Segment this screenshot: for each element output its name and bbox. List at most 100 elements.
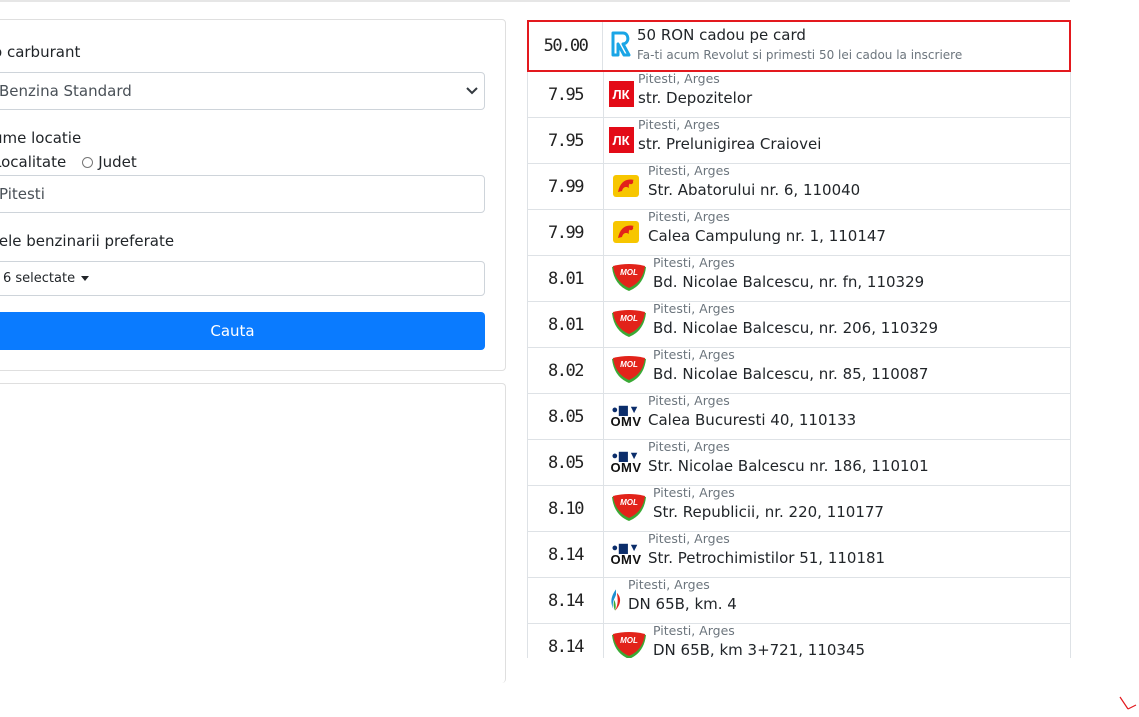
omv-icon: ●▆▼ OMV: [610, 404, 642, 429]
station-address: Bd. Nicolae Balcescu, nr. fn, 110329: [653, 273, 925, 291]
station-info: ●▆▼ OMV Pitesti, Arges Calea Bucuresti 40, …: [604, 393, 1070, 439]
station-info: MOL Pitesti, Arges Bd. Nicolae Balcescu, n…: [604, 301, 1070, 347]
top-divider: [0, 0, 1070, 2]
revolut-icon: [607, 29, 635, 59]
station-price: 8.05: [528, 440, 604, 485]
station-city: Pitesti, Arges: [638, 71, 720, 86]
station-city: Pitesti, Arges: [653, 347, 735, 362]
station-info: Pitesti, Arges Calea Campulung nr. 1, 110…: [604, 209, 1070, 255]
station-row[interactable]: 8.14 MOL Pitesti, Arges DN 65B, km 3+721, 1…: [527, 623, 1071, 658]
station-price: 8.14: [528, 532, 604, 577]
station-price: 8.14: [528, 578, 604, 623]
station-info: ЛК Pitesti, Arges str. Depozitelor: [604, 71, 1070, 117]
station-city: Pitesti, Arges: [648, 531, 730, 546]
station-address: DN 65B, km 3+721, 110345: [653, 641, 866, 658]
station-price: 7.99: [528, 164, 604, 209]
mol-icon: MOL: [611, 494, 646, 521]
station-address: str. Depozitelor: [638, 89, 753, 107]
mol-icon: MOL: [611, 356, 646, 383]
preferred-stations-label: tele benzinarii preferate: [0, 232, 175, 250]
search-button[interactable]: Cauta: [0, 312, 485, 350]
station-address: Str. Nicolae Balcescu nr. 186, 110101: [648, 457, 929, 475]
radio-county[interactable]: [82, 156, 94, 168]
station-row[interactable]: 8.05 ●▆▼ OMV Pitesti, Arges Calea Bucuresti …: [527, 393, 1071, 440]
brands-dropdown-value: 6 selectate: [3, 271, 76, 286]
station-row[interactable]: 8.02 MOL Pitesti, Arges Bd. Nicolae Balcesc…: [527, 347, 1071, 394]
station-price: 8.01: [528, 256, 604, 301]
station-row[interactable]: 7.99 Pitesti, Arges Str. Abatorului nr. 6,…: [527, 163, 1071, 210]
station-address: Str. Abatorului nr. 6, 110040: [648, 181, 861, 199]
station-info: MOL Pitesti, Arges Bd. Nicolae Balcescu, n…: [604, 255, 1070, 301]
station-address: Calea Bucuresti 40, 110133: [648, 411, 857, 429]
station-city: Pitesti, Arges: [628, 577, 710, 592]
lukoil-icon: ЛК: [608, 127, 634, 153]
radio-county-label[interactable]: Judet: [98, 153, 137, 171]
station-city: Pitesti, Arges: [653, 623, 735, 638]
promo-info: 50 RON cadou pe card Fa-ti acum Revolut …: [603, 22, 1069, 70]
station-city: Pitesti, Arges: [653, 301, 735, 316]
station-price: 7.99: [528, 210, 604, 255]
pen-cursor-icon: [1119, 696, 1137, 710]
station-row[interactable]: 7.95 ЛК Pitesti, Arges str. Prelunigirea Cr…: [527, 117, 1071, 164]
promo-title: 50 RON cadou pe card: [637, 26, 806, 44]
radio-locality-label[interactable]: Localitate: [0, 153, 66, 171]
svg-text:MOL: MOL: [620, 268, 638, 277]
socar-icon: [611, 589, 621, 611]
svg-text:MOL: MOL: [620, 360, 638, 369]
station-city: Pitesti, Arges: [653, 485, 735, 500]
fuel-type-select[interactable]: Benzina Standard: [0, 72, 485, 110]
station-row[interactable]: 7.95 ЛК Pitesti, Arges str. Depozitelor: [527, 71, 1071, 118]
stations-list: 50.00 50 RON cadou pe card Fa-ti acum Re…: [527, 20, 1071, 658]
caret-down-icon: [81, 276, 90, 281]
station-price: 8.01: [528, 302, 604, 347]
station-info: ЛК Pitesti, Arges str. Prelunigirea Craiov…: [604, 117, 1070, 163]
mol-icon: MOL: [611, 310, 646, 337]
location-type-radios: Localitate Judet: [0, 153, 137, 171]
station-price: 8.14: [528, 624, 604, 658]
location-label: ume locatie: [0, 129, 82, 147]
mol-icon: MOL: [611, 632, 646, 658]
location-input[interactable]: Pitesti: [0, 175, 485, 213]
station-row[interactable]: 8.14 Pitesti, Arges DN 65B, km. 4: [527, 577, 1071, 624]
location-input-value: Pitesti: [0, 185, 45, 203]
station-info: MOL Pitesti, Arges Bd. Nicolae Balcescu, n…: [604, 347, 1070, 393]
station-city: Pitesti, Arges: [653, 255, 735, 270]
station-info: Pitesti, Arges DN 65B, km. 4: [604, 577, 1070, 623]
station-address: DN 65B, km. 4: [628, 595, 737, 613]
station-row[interactable]: 8.01 MOL Pitesti, Arges Bd. Nicolae Balcesc…: [527, 301, 1071, 348]
station-row[interactable]: 8.05 ●▆▼ OMV Pitesti, Arges Str. Nicolae Bal…: [527, 439, 1071, 486]
station-row[interactable]: 8.10 MOL Pitesti, Arges Str. Republicii, nr…: [527, 485, 1071, 532]
brands-dropdown[interactable]: 6 selectate: [0, 261, 485, 296]
omv-icon: ●▆▼ OMV: [610, 542, 642, 567]
station-price: 7.95: [528, 118, 604, 163]
petrom-icon: [613, 175, 639, 197]
station-info: Pitesti, Arges Str. Abatorului nr. 6, 110…: [604, 163, 1070, 209]
station-city: Pitesti, Arges: [648, 393, 730, 408]
station-row[interactable]: 8.14 ●▆▼ OMV Pitesti, Arges Str. Petrochimis…: [527, 531, 1071, 578]
station-row[interactable]: 7.99 Pitesti, Arges Calea Campulung nr. 1,…: [527, 209, 1071, 256]
station-city: Pitesti, Arges: [648, 163, 730, 178]
station-row[interactable]: 8.01 MOL Pitesti, Arges Bd. Nicolae Balcesc…: [527, 255, 1071, 302]
station-info: ●▆▼ OMV Pitesti, Arges Str. Nicolae Balcesc…: [604, 439, 1070, 485]
station-info: MOL Pitesti, Arges DN 65B, km 3+721, 11034…: [604, 623, 1070, 658]
station-address: Bd. Nicolae Balcescu, nr. 85, 110087: [653, 365, 929, 383]
promo-row[interactable]: 50.00 50 RON cadou pe card Fa-ti acum Re…: [527, 20, 1071, 72]
station-address: Str. Republicii, nr. 220, 110177: [653, 503, 884, 521]
mol-icon: MOL: [611, 264, 646, 291]
station-address: Str. Petrochimistilor 51, 110181: [648, 549, 886, 567]
results-map-card: [0, 383, 506, 683]
station-price: 8.02: [528, 348, 604, 393]
station-city: Pitesti, Arges: [638, 117, 720, 132]
chevron-down-icon: [466, 84, 478, 98]
fuel-type-value: Benzina Standard: [0, 82, 132, 100]
omv-icon: ●▆▼ OMV: [610, 450, 642, 475]
station-city: Pitesti, Arges: [648, 439, 730, 454]
petrom-icon: [613, 221, 639, 243]
svg-text:MOL: MOL: [620, 314, 638, 323]
station-price: 8.10: [528, 486, 604, 531]
promo-price: 50.00: [529, 22, 603, 70]
station-price: 8.05: [528, 394, 604, 439]
station-address: str. Prelunigirea Craiovei: [638, 135, 822, 153]
station-address: Calea Campulung nr. 1, 110147: [648, 227, 886, 245]
station-info: MOL Pitesti, Arges Str. Republicii, nr. 22…: [604, 485, 1070, 531]
